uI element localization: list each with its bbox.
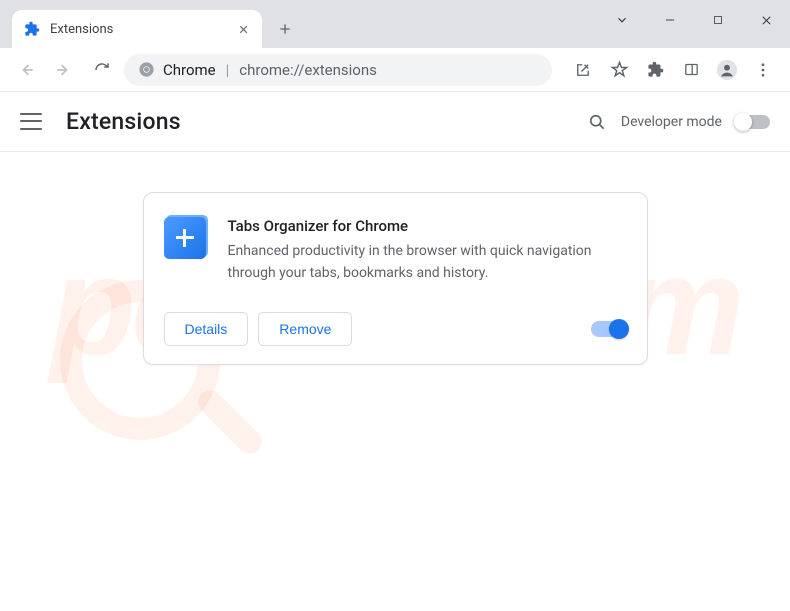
developer-mode-label: Developer mode: [621, 114, 722, 130]
back-button[interactable]: [10, 54, 42, 86]
omnibox-origin: Chrome: [163, 61, 216, 79]
forward-button[interactable]: [48, 54, 80, 86]
browser-toolbar: Chrome | chrome://extensions: [0, 48, 790, 92]
close-tab-button[interactable]: [236, 22, 250, 36]
omnibox-url: chrome://extensions: [239, 61, 377, 79]
page-title: Extensions: [66, 108, 563, 135]
extension-name: Tabs Organizer for Chrome: [228, 217, 627, 235]
minimize-button[interactable]: [646, 0, 694, 40]
browser-tab[interactable]: Extensions: [12, 10, 262, 48]
menu-button[interactable]: [746, 54, 780, 86]
main-menu-button[interactable]: [20, 111, 42, 133]
chevron-down-icon[interactable]: [598, 0, 646, 40]
bookmark-button[interactable]: [602, 54, 636, 86]
extensions-list: Tabs Organizer for Chrome Enhanced produ…: [0, 152, 790, 405]
omnibox-separator: |: [226, 61, 230, 79]
reload-button[interactable]: [86, 54, 118, 86]
search-button[interactable]: [587, 112, 607, 132]
maximize-button[interactable]: [694, 0, 742, 40]
address-bar[interactable]: Chrome | chrome://extensions: [124, 54, 552, 86]
extension-description: Enhanced productivity in the browser wit…: [228, 241, 627, 284]
extension-icon: [164, 217, 206, 259]
side-panel-button[interactable]: [674, 54, 708, 86]
remove-button[interactable]: Remove: [258, 312, 352, 346]
new-tab-button[interactable]: [270, 14, 300, 44]
window-controls: [598, 0, 790, 40]
page-header: Extensions Developer mode: [0, 92, 790, 152]
developer-mode-toggle[interactable]: [736, 115, 770, 129]
extension-card: Tabs Organizer for Chrome Enhanced produ…: [143, 192, 648, 365]
extensions-button[interactable]: [638, 54, 672, 86]
close-window-button[interactable]: [742, 0, 790, 40]
window-titlebar: Extensions: [0, 0, 790, 48]
tab-title: Extensions: [50, 22, 226, 37]
details-button[interactable]: Details: [164, 312, 249, 346]
share-button[interactable]: [566, 54, 600, 86]
extension-enable-toggle[interactable]: [591, 321, 627, 337]
puzzle-icon: [24, 21, 40, 37]
profile-button[interactable]: [710, 54, 744, 86]
chrome-logo-icon: [138, 61, 155, 78]
